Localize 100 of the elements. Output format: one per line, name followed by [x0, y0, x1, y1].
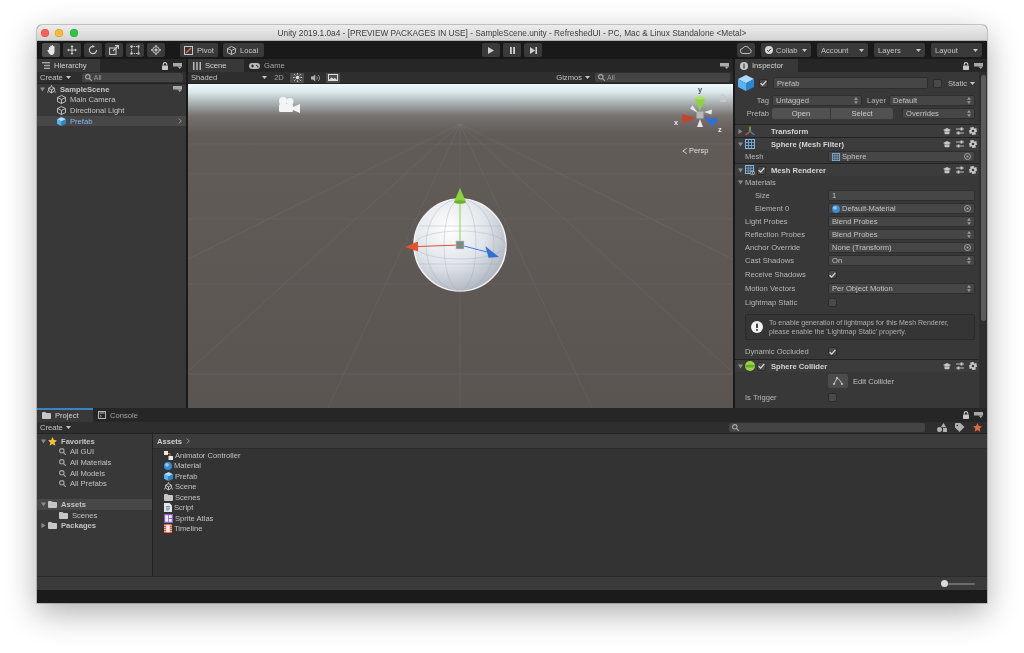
caret-down-icon [65, 426, 71, 429]
view-toggle[interactable] [326, 72, 340, 83]
cube-outline-icon [57, 95, 66, 105]
tool-button[interactable] [147, 43, 165, 57]
scrollbar-thumb[interactable] [980, 75, 986, 321]
caret-down-icon [973, 48, 978, 52]
enabled-checkbox[interactable] [757, 361, 766, 371]
size-slider[interactable] [941, 582, 975, 585]
sphere-icon [832, 204, 840, 213]
search-icon [732, 424, 739, 431]
cloud-button[interactable] [737, 43, 755, 57]
step-icon [529, 46, 537, 54]
cube-icon [164, 471, 173, 481]
search-icon [59, 469, 66, 477]
slider-thumb[interactable] [941, 580, 948, 587]
sliders-icon [956, 127, 964, 135]
tool-button[interactable] [42, 43, 60, 57]
caret-down-icon [916, 48, 921, 52]
list-icon [42, 62, 50, 69]
updown-arrows-icon [967, 285, 971, 292]
checkbox[interactable] [828, 298, 837, 307]
view-toggle[interactable] [308, 72, 322, 83]
cap-icon [943, 166, 951, 174]
tool-button[interactable] [105, 43, 123, 57]
panel-menu-icon[interactable] [720, 62, 729, 69]
cube-arrows-icon [47, 84, 56, 94]
tag-icon[interactable] [955, 423, 965, 432]
tool-button[interactable] [63, 43, 81, 57]
sphere-icon [164, 461, 172, 470]
scrollbar[interactable] [979, 72, 987, 408]
caret-down-icon [585, 76, 590, 79]
terminal-icon [98, 411, 106, 419]
lock-icon[interactable] [963, 61, 969, 70]
enabled-checkbox[interactable] [757, 165, 766, 175]
sphere-icon [745, 361, 755, 372]
checkbox[interactable] [828, 347, 837, 357]
lock-icon[interactable] [963, 411, 969, 419]
cap-icon [943, 140, 951, 148]
cube-arrows-icon [164, 482, 173, 492]
checkmark-icon [758, 363, 765, 370]
move-arrows-icon [67, 45, 77, 55]
rect-icon [130, 45, 140, 55]
scale-icon [109, 45, 119, 55]
step-button[interactable] [524, 43, 542, 57]
check-circle-icon [765, 46, 773, 54]
sliders-icon [956, 362, 964, 371]
rotate-icon [88, 45, 98, 55]
panel-menu-icon[interactable] [173, 62, 182, 69]
pause-button[interactable] [503, 43, 521, 57]
static-checkbox[interactable] [933, 78, 942, 88]
bars-icon [193, 61, 201, 70]
tile-grid-icon [164, 513, 173, 523]
axes-icon [745, 126, 755, 136]
checkmark-icon [760, 80, 767, 86]
search-icon [598, 74, 605, 81]
info-icon [740, 61, 748, 70]
exclamation-icon [751, 321, 763, 334]
search-field[interactable] [729, 423, 925, 432]
panel-menu-icon[interactable] [974, 412, 983, 418]
caret-down-icon [65, 76, 71, 79]
pause-icon [509, 46, 515, 54]
folder-icon [48, 522, 57, 530]
checkbox[interactable] [828, 393, 837, 403]
node-graph-icon [164, 450, 173, 460]
play-icon [488, 46, 494, 54]
folder-icon [59, 511, 68, 519]
tool-button[interactable] [126, 43, 144, 57]
search-icon [59, 448, 66, 456]
cube-icon [57, 116, 66, 126]
updown-arrows-icon [967, 231, 971, 238]
updown-arrows-icon [967, 97, 971, 104]
window-title: Unity 2019.1.0a4 - [PREVIEW PACKAGES IN USE] - SampleScene.unity - RefreshedUI - PC, Mac & Linux Standalone <Metal> [277, 27, 747, 38]
edit-collider-button[interactable] [828, 374, 848, 389]
cube-outline-icon [227, 45, 236, 55]
angle-left-icon [682, 147, 687, 154]
shapes-icon[interactable] [937, 423, 947, 432]
panel-menu-icon[interactable] [974, 62, 983, 69]
view-toggle[interactable] [290, 72, 304, 83]
tool-button[interactable] [84, 43, 102, 57]
cloud-icon [740, 46, 752, 54]
active-checkbox[interactable] [759, 78, 768, 88]
sliders-icon [956, 166, 964, 174]
document-icon [164, 503, 172, 513]
cap-icon [943, 127, 951, 135]
panel-menu-icon[interactable] [173, 86, 182, 93]
star-icon [48, 436, 57, 446]
chevron-right-icon [185, 438, 190, 444]
sun-icon [292, 73, 302, 82]
pivot-icon [184, 45, 193, 55]
star-icon[interactable] [973, 423, 982, 432]
cube-outline-icon [57, 106, 66, 115]
search-icon [59, 480, 66, 488]
checkmark-icon [758, 167, 765, 173]
lock-icon[interactable] [162, 61, 168, 70]
updown-arrows-icon [967, 218, 971, 225]
checkbox[interactable] [828, 270, 837, 279]
sliders-icon [956, 140, 964, 148]
close-button[interactable] [40, 28, 49, 37]
play-button[interactable] [482, 43, 500, 57]
caret-down-icon [859, 48, 864, 52]
